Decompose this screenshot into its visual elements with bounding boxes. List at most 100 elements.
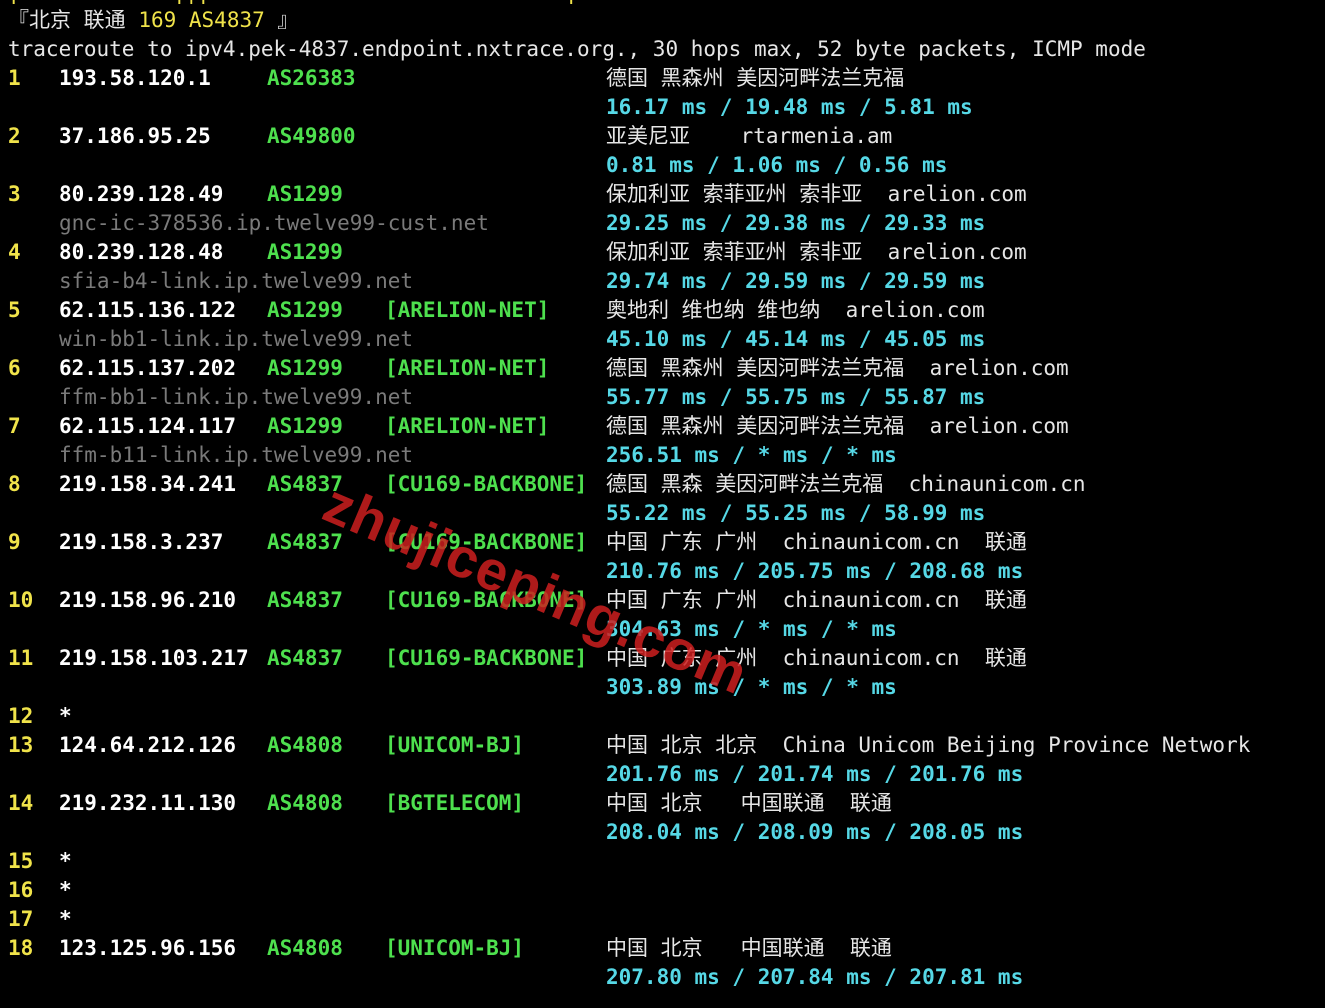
hop-asn: AS4808 [267, 733, 343, 757]
hop-ip: * [59, 878, 72, 902]
hop-network: [BGTELECOM] [385, 791, 525, 815]
tag-open-bracket: 『 [8, 8, 29, 32]
hop-geo: 中国 广东 广州 chinaunicom.cn 联通 [606, 588, 1027, 612]
hop-ip: 62.115.136.122 [59, 298, 237, 322]
hop-geo: 保加利亚 索菲亚州 索非亚 arelion.com [606, 182, 1027, 206]
hop-rtt: 210.76 ms / 205.75 ms / 208.68 ms [606, 559, 1024, 583]
hop-rtt: 208.04 ms / 208.09 ms / 208.05 ms [606, 820, 1024, 844]
hop-ip: * [59, 849, 72, 873]
hop-geo: 德国 黑森州 美因河畔法兰克福 arelion.com [606, 414, 1069, 438]
hop-hostname: sfia-b4-link.ip.twelve99.net [59, 269, 414, 293]
hop-row: 8 219.158.34.241 AS4837 [CU169-BACKBONE] 德国 … [0, 470, 1325, 499]
hop-detail-row: 210.76 ms / 205.75 ms / 208.68 ms [0, 557, 1325, 586]
hop-row: 17 * [0, 905, 1325, 934]
hop-geo: 中国 北京 中国联通 联通 [606, 936, 892, 960]
hop-rtt: 45.10 ms / 45.14 ms / 45.05 ms [606, 327, 986, 351]
hop-number: 13 [8, 733, 34, 757]
hop-number: 8 [8, 472, 21, 496]
hop-geo: 亚美尼亚 rtarmenia.am [606, 124, 893, 148]
hop-detail-row: 303.89 ms / * ms / * ms [0, 673, 1325, 702]
hop-rtt: 207.80 ms / 207.84 ms / 207.81 ms [606, 965, 1024, 989]
hop-detail-row: 16.17 ms / 19.48 ms / 5.81 ms [0, 93, 1325, 122]
hop-geo: 中国 北京 北京 China Unicom Beijing Province N… [606, 733, 1251, 757]
hop-network: [CU169-BACKBONE] [385, 588, 588, 612]
hop-rtt: 201.76 ms / 201.74 ms / 201.76 ms [606, 762, 1024, 786]
hop-ip: 219.158.103.217 [59, 646, 249, 670]
hop-number: 12 [8, 704, 34, 728]
hop-rtt: 55.77 ms / 55.75 ms / 55.87 ms [606, 385, 986, 409]
hop-row: 16 * [0, 876, 1325, 905]
hop-ip: * [59, 907, 72, 931]
hop-number: 9 [8, 530, 21, 554]
hop-number: 4 [8, 240, 21, 264]
hop-asn: AS4837 [267, 472, 343, 496]
hop-rtt: 303.89 ms / * ms / * ms [606, 675, 897, 699]
hop-row: 1 193.58.120.1 AS26383 德国 黑森州 美因河畔法兰克福 [0, 64, 1325, 93]
hop-asn: AS1299 [267, 182, 343, 206]
hop-rtt: 0.81 ms / 1.06 ms / 0.56 ms [606, 153, 948, 177]
traceroute-command: traceroute to ipv4.pek-4837.endpoint.nxt… [8, 37, 1146, 61]
hop-geo: 奥地利 维也纳 维也纳 arelion.com [606, 298, 985, 322]
hop-network: [CU169-BACKBONE] [385, 530, 588, 554]
hop-rtt: 29.25 ms / 29.38 ms / 29.33 ms [606, 211, 986, 235]
hop-network: [ARELION-NET] [385, 298, 550, 322]
hop-row: 9 219.158.3.237 AS4837 [CU169-BACKBONE] 中国 广… [0, 528, 1325, 557]
hop-asn: AS49800 [267, 124, 356, 148]
hop-ip: 219.232.11.130 [59, 791, 237, 815]
hop-asn: AS1299 [267, 298, 343, 322]
hop-detail-row: 207.80 ms / 207.84 ms / 207.81 ms [0, 963, 1325, 992]
hop-row: 10 219.158.96.210 AS4837 [CU169-BACKBONE] 中国… [0, 586, 1325, 615]
hop-rtt: 304.63 ms / * ms / * ms [606, 617, 897, 641]
hop-row: 3 80.239.128.49 AS1299 保加利亚 索菲亚州 索非亚 arelio… [0, 180, 1325, 209]
hop-asn: AS4808 [267, 791, 343, 815]
hop-row: 11 219.158.103.217 AS4837 [CU169-BACKBONE] 中… [0, 644, 1325, 673]
hop-asn: AS4837 [267, 646, 343, 670]
hop-detail-row: gnc-ic-378536.ip.twelve99-cust.net 29.25 … [0, 209, 1325, 238]
hop-row: 7 62.115.124.117 AS1299 [ARELION-NET] 德国 黑森州… [0, 412, 1325, 441]
hop-asn: AS1299 [267, 240, 343, 264]
hop-ip: 123.125.96.156 [59, 936, 237, 960]
hop-detail-row: win-bb1-link.ip.twelve99.net 45.10 ms / 4… [0, 325, 1325, 354]
hop-hostname: gnc-ic-378536.ip.twelve99-cust.net [59, 211, 489, 235]
hop-number: 1 [8, 66, 21, 90]
hop-geo: 保加利亚 索菲亚州 索非亚 arelion.com [606, 240, 1027, 264]
hop-geo: 德国 黑森州 美因河畔法兰克福 arelion.com [606, 356, 1069, 380]
hop-ip: 219.158.34.241 [59, 472, 237, 496]
hop-ip: 219.158.3.237 [59, 530, 224, 554]
hop-rtt: 16.17 ms / 19.48 ms / 5.81 ms [606, 95, 973, 119]
hop-number: 2 [8, 124, 21, 148]
hop-detail-row: 55.22 ms / 55.25 ms / 58.99 ms [0, 499, 1325, 528]
hop-network: [UNICOM-BJ] [385, 733, 525, 757]
hop-ip: 80.239.128.49 [59, 182, 224, 206]
hop-number: 16 [8, 878, 34, 902]
hop-number: 18 [8, 936, 34, 960]
hop-detail-row: 201.76 ms / 201.74 ms / 201.76 ms [0, 760, 1325, 789]
hop-network: [UNICOM-BJ] [385, 936, 525, 960]
hop-asn: AS1299 [267, 356, 343, 380]
traceroute-command-line: traceroute to ipv4.pek-4837.endpoint.nxt… [0, 35, 1325, 64]
tag-city: 北京 联通 [29, 8, 126, 32]
hop-row: 5 62.115.136.122 AS1299 [ARELION-NET] 奥地利 维也… [0, 296, 1325, 325]
hop-ip: 124.64.212.126 [59, 733, 237, 757]
hop-number: 17 [8, 907, 34, 931]
hop-number: 11 [8, 646, 34, 670]
hop-number: 3 [8, 182, 21, 206]
hop-ip: 80.239.128.48 [59, 240, 224, 264]
hop-rtt: 256.51 ms / * ms / * ms [606, 443, 897, 467]
tag-close-bracket: 』 [277, 8, 299, 32]
hop-hostname: win-bb1-link.ip.twelve99.net [59, 327, 414, 351]
hop-detail-row: 0.81 ms / 1.06 ms / 0.56 ms [0, 151, 1325, 180]
hop-network: [ARELION-NET] [385, 356, 550, 380]
hop-hostname: ffm-bb1-link.ip.twelve99.net [59, 385, 414, 409]
hop-row: 6 62.115.137.202 AS1299 [ARELION-NET] 德国 黑森州… [0, 354, 1325, 383]
hop-row: 4 80.239.128.48 AS1299 保加利亚 索菲亚州 索非亚 arelio… [0, 238, 1325, 267]
tag-line: 169 AS4837 [138, 8, 265, 32]
hop-ip: 37.186.95.25 [59, 124, 211, 148]
hop-ip: 219.158.96.210 [59, 588, 237, 612]
hop-detail-row: sfia-b4-link.ip.twelve99.net 29.74 ms / 2… [0, 267, 1325, 296]
hop-number: 7 [8, 414, 21, 438]
hop-row: 13 124.64.212.126 AS4808 [UNICOM-BJ] 中国 北京 北… [0, 731, 1325, 760]
hop-detail-row: ffm-bb1-link.ip.twelve99.net 55.77 ms / 5… [0, 383, 1325, 412]
hop-rtt: 29.74 ms / 29.59 ms / 29.59 ms [606, 269, 986, 293]
hop-detail-row: 304.63 ms / * ms / * ms [0, 615, 1325, 644]
